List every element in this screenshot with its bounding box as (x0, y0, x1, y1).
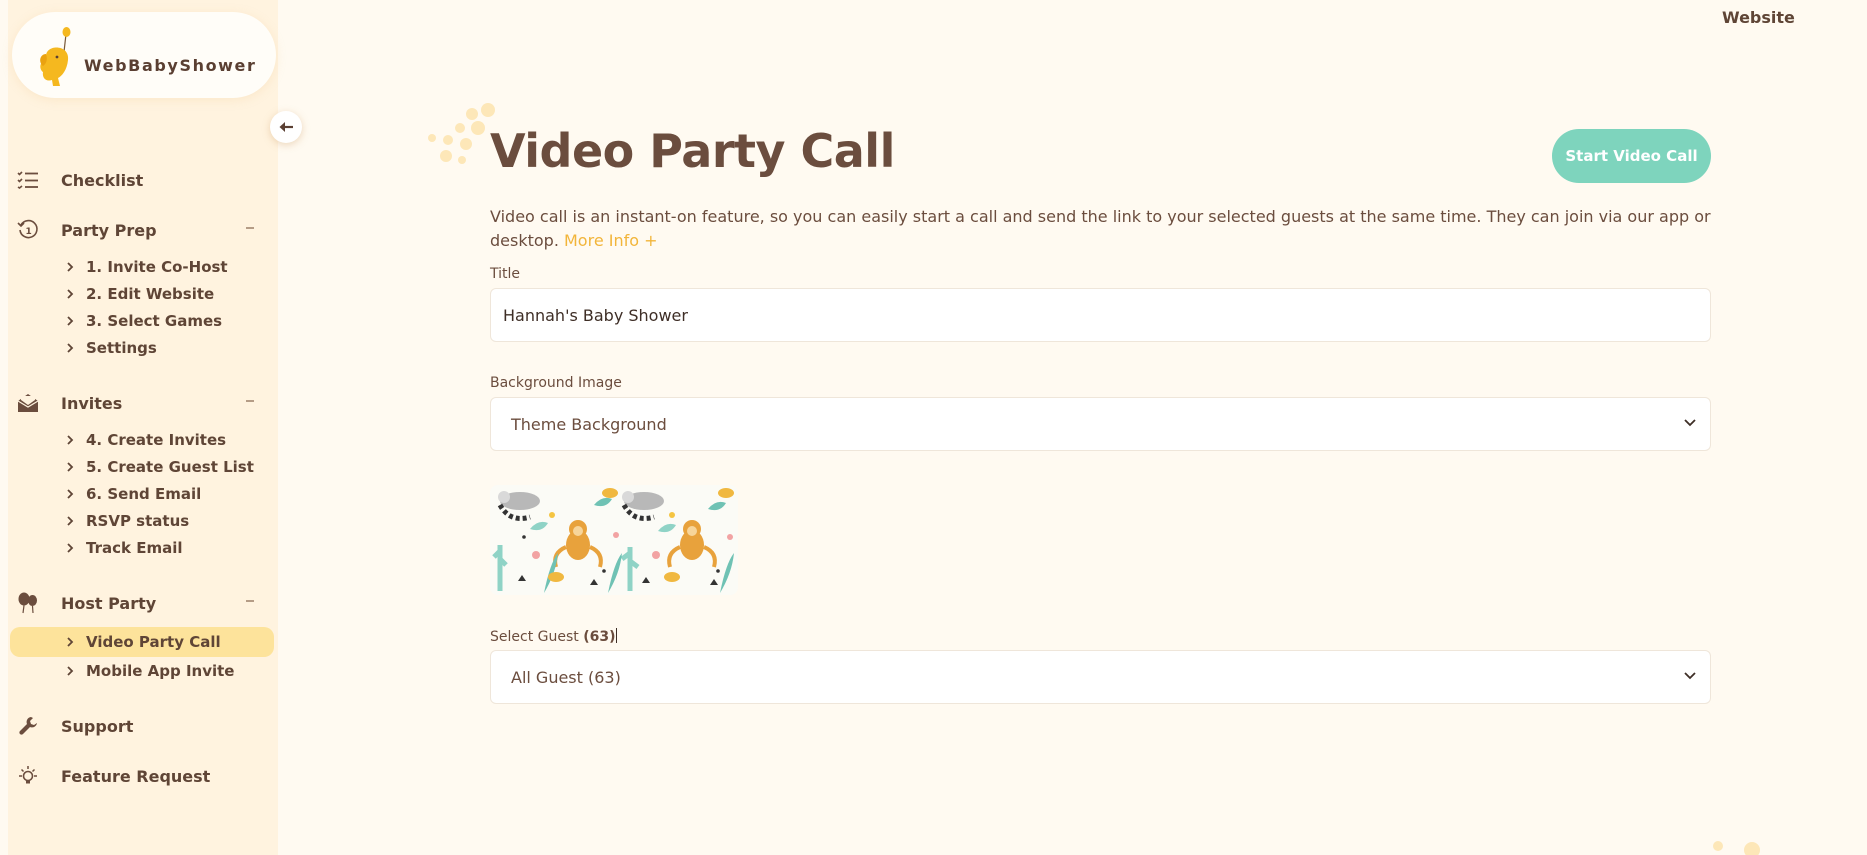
elephant-logo-icon (40, 27, 71, 86)
feature-description: Video call is an instant-on feature, so … (490, 205, 1715, 253)
collapse-section-icon[interactable] (246, 227, 254, 229)
lightbulb-icon (16, 764, 40, 788)
sidebar-item-create-invites[interactable]: 4. Create Invites (66, 428, 226, 452)
start-video-call-button[interactable]: Start Video Call (1552, 129, 1711, 183)
sidebar-item-label: 4. Create Invites (86, 431, 227, 449)
chevron-down-icon (1684, 419, 1696, 427)
sidebar-section-label: Feature Request (61, 766, 211, 786)
website-link[interactable]: Website (1722, 8, 1795, 27)
chevron-right-icon (66, 461, 80, 473)
sidebar-section-party-prep[interactable]: 1 Party Prep (8, 215, 278, 245)
chevron-right-icon (66, 315, 80, 327)
sidebar-item-mobile-app-invite[interactable]: Mobile App Invite (66, 659, 234, 683)
sidebar-section-host-party[interactable]: Host Party (8, 588, 278, 618)
sidebar-item-label: RSVP status (86, 512, 190, 530)
background-preview-image (490, 485, 738, 595)
brand-logo[interactable]: WebBabyShower (12, 12, 276, 98)
wrench-icon (16, 714, 40, 738)
chevron-right-icon (66, 342, 80, 354)
sidebar-item-video-party-call[interactable]: Video Party Call (10, 627, 274, 657)
background-image-label: Background Image (490, 375, 622, 391)
select-guest-value: All Guest (63) (511, 667, 621, 687)
sidebar-item-send-email[interactable]: 6. Send Email (66, 482, 201, 506)
sidebar-item-label: Track Email (86, 539, 183, 557)
sidebar-section-label: Party Prep (61, 220, 157, 240)
title-input[interactable] (490, 288, 1711, 342)
sidebar-item-select-games[interactable]: 3. Select Games (66, 309, 222, 333)
sidebar-section-label: Checklist (61, 170, 144, 190)
chevron-right-icon (66, 665, 80, 677)
sidebar-item-label: 5. Create Guest List (86, 458, 254, 476)
sidebar: WebBabyShower Checklist 1 Party Prep 1. … (8, 0, 302, 855)
chevron-right-icon (66, 434, 80, 446)
sidebar-section-support[interactable]: Support (8, 711, 278, 741)
chevron-right-icon (66, 488, 80, 500)
envelope-open-icon (16, 391, 40, 415)
chevron-down-icon (1684, 672, 1696, 680)
sidebar-item-label: 2. Edit Website (86, 285, 215, 303)
sidebar-item-label: 1. Invite Co-Host (86, 258, 228, 276)
brand-name: WebBabyShower (84, 56, 257, 75)
arrow-left-icon (279, 122, 293, 132)
history-icon: 1 (16, 218, 40, 242)
sidebar-item-edit-website[interactable]: 2. Edit Website (66, 282, 214, 306)
svg-text:1: 1 (26, 227, 32, 237)
sidebar-item-settings[interactable]: Settings (66, 336, 157, 360)
guest-count: (63) (583, 629, 616, 645)
sidebar-section-label: Invites (61, 393, 123, 413)
sidebar-item-rsvp-status[interactable]: RSVP status (66, 509, 189, 533)
sidebar-item-label: 3. Select Games (86, 312, 223, 330)
collapse-sidebar-button[interactable] (270, 111, 302, 143)
chevron-right-icon (66, 261, 80, 273)
sidebar-section-checklist[interactable]: Checklist (8, 165, 278, 195)
sidebar-section-invites[interactable]: Invites (8, 388, 278, 418)
description-text: Video call is an instant-on feature, so … (490, 207, 1711, 250)
chevron-right-icon (66, 636, 80, 648)
sidebar-item-invite-co-host[interactable]: 1. Invite Co-Host (66, 255, 228, 279)
sidebar-section-label: Support (61, 716, 134, 736)
select-guest-label-text: Select Guest (490, 629, 579, 645)
sidebar-section-feature-request[interactable]: Feature Request (8, 761, 278, 791)
more-info-link[interactable]: More Info + (564, 231, 658, 250)
checklist-icon (16, 168, 40, 192)
sidebar-item-label: Settings (86, 339, 157, 357)
sidebar-section-label: Host Party (61, 593, 157, 613)
sidebar-item-label: Mobile App Invite (86, 662, 235, 680)
sidebar-item-create-guest-list[interactable]: 5. Create Guest List (66, 455, 254, 479)
chevron-right-icon (66, 542, 80, 554)
chevron-right-icon (66, 515, 80, 527)
sidebar-item-track-email[interactable]: Track Email (66, 536, 182, 560)
chevron-right-icon (66, 288, 80, 300)
background-image-select[interactable]: Theme Background (490, 397, 1711, 451)
balloons-icon (16, 591, 40, 615)
sidebar-item-label: 6. Send Email (86, 485, 202, 503)
collapse-section-icon[interactable] (246, 400, 254, 402)
collapse-section-icon[interactable] (246, 600, 254, 602)
page-title: Video Party Call (490, 124, 895, 178)
background-image-value: Theme Background (511, 414, 667, 434)
decorative-dots-icon (1713, 841, 1760, 855)
title-field-label: Title (490, 266, 521, 282)
select-guest-label: Select Guest (63) (490, 628, 617, 645)
select-guest-dropdown[interactable]: All Guest (63) (490, 650, 1711, 704)
sidebar-item-label: Video Party Call (86, 633, 221, 651)
